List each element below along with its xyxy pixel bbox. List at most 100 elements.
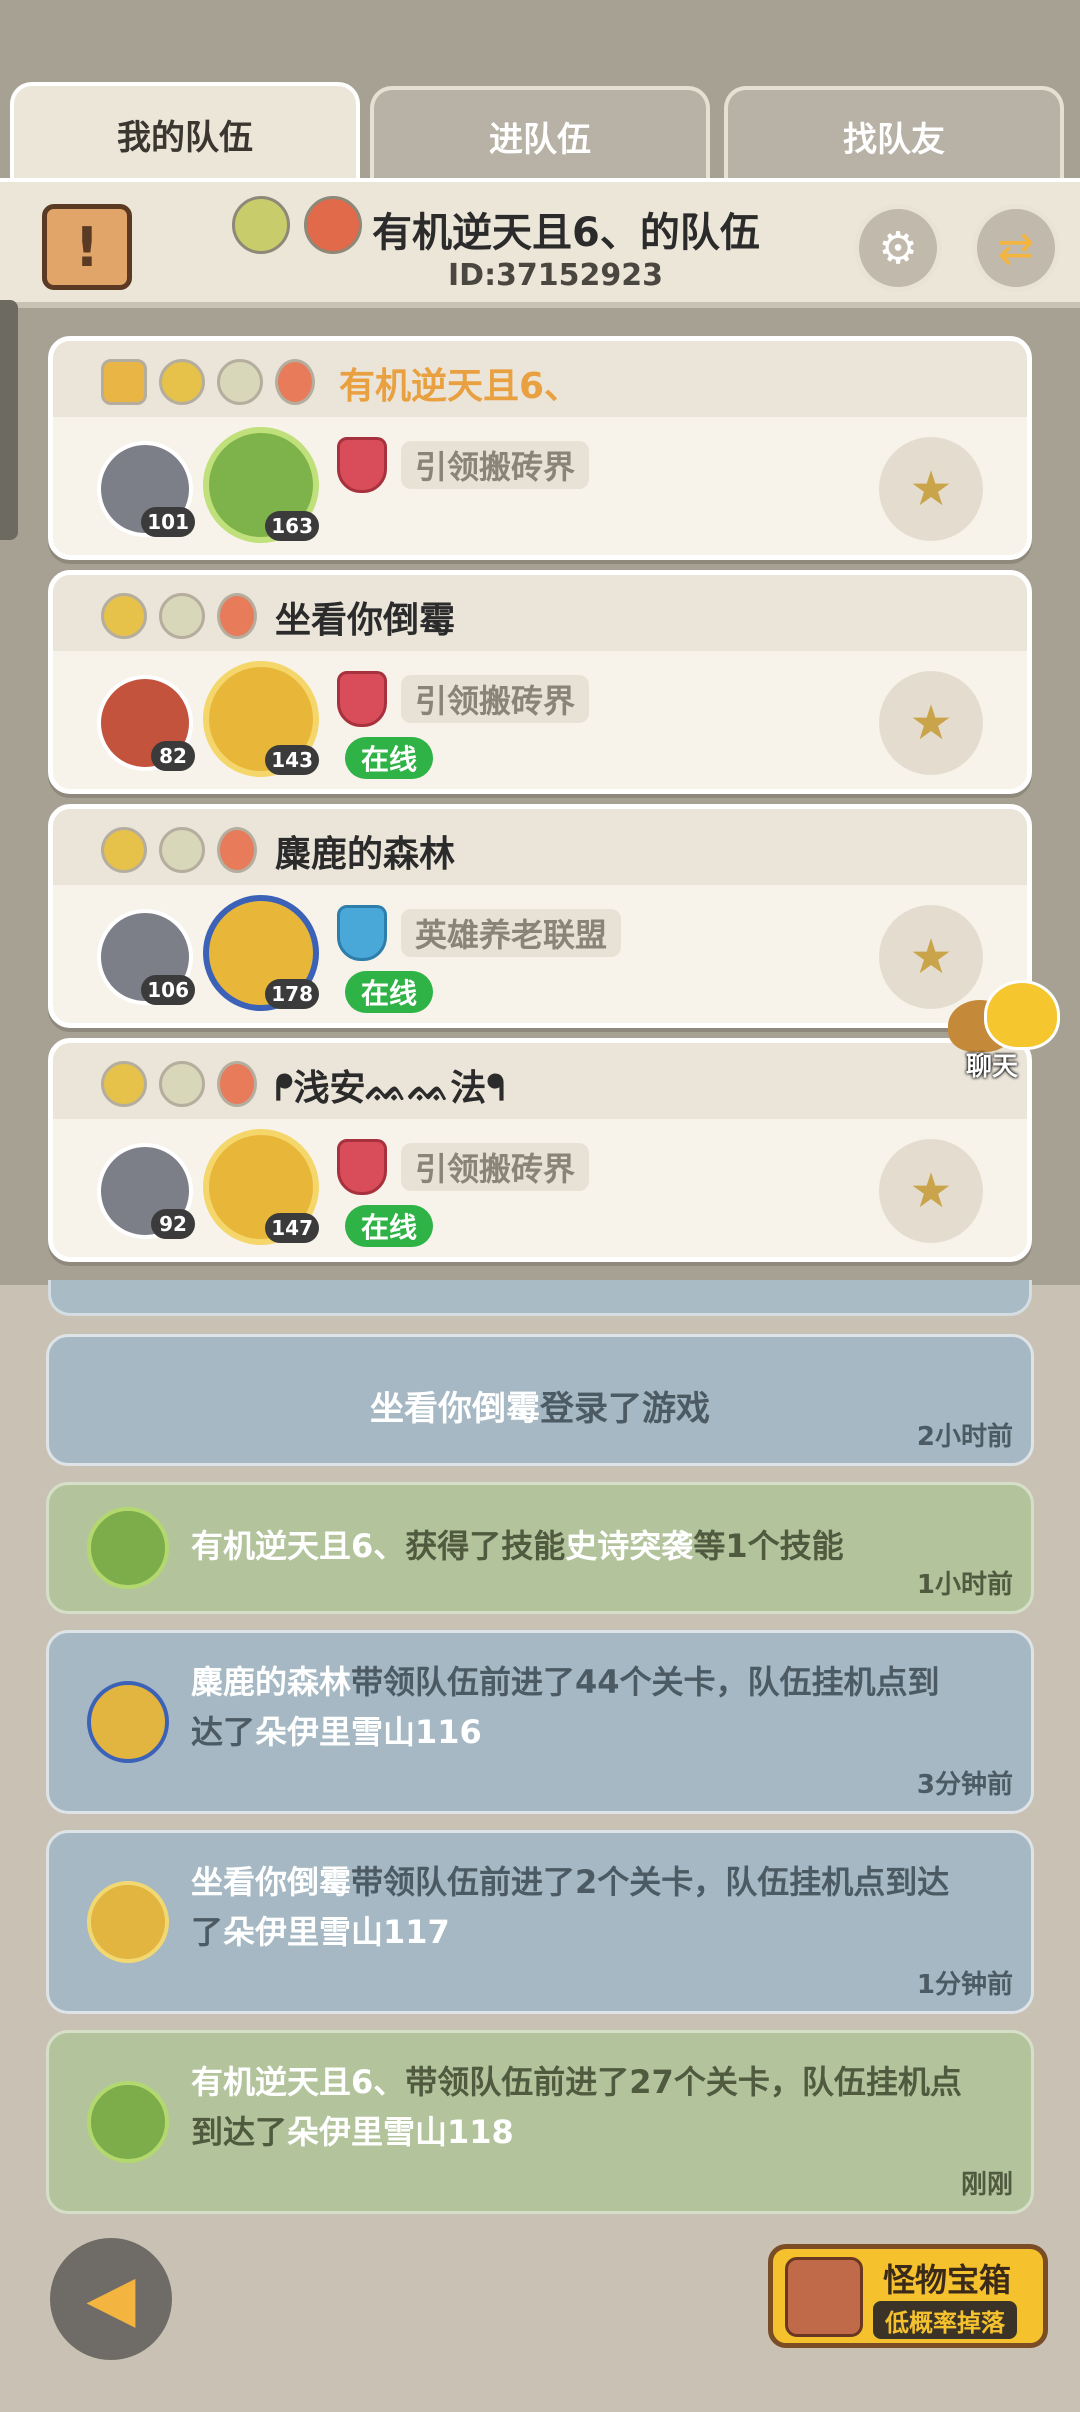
monster-chest-button[interactable]: 怪物宝箱 低概率掉落 [768,2244,1048,2348]
guild-banner-icon [337,437,387,493]
chat-label: 聊天 [966,1052,1019,1082]
helmet-badge-icon [101,593,147,639]
tab-join-team[interactable]: 进队伍 [370,86,710,182]
feed-player-name: 有机逆天且6、 [191,2063,406,2101]
feed-time: 1分钟前 [916,1970,1013,2000]
member-card[interactable]: 麋鹿的森林 106 178 英雄养老联盟 在线 ★ [48,804,1032,1028]
leave-team-button[interactable]: ⇄ [972,204,1060,292]
pet-level: 147 [265,1213,319,1243]
back-button[interactable]: ◀ [50,2238,172,2360]
feed-text: 有机逆天且6、获得了技能史诗突袭等1个技能 [191,1521,971,1571]
online-status-badge: 在线 [345,737,434,779]
pet-dragon-icon[interactable]: 163 [203,427,319,543]
like-button[interactable]: ★ [879,437,983,541]
guild-banner-icon [337,905,387,961]
smiley-chat-icon [984,980,1060,1050]
feed-player-name: 有机逆天且6、 [191,1527,406,1565]
feed-skill-name: 史诗突袭 [565,1527,694,1565]
avatar-level: 92 [151,1209,195,1239]
gear-icon: ⚙ [878,222,918,274]
feed-item: 有机逆天且6、带领队伍前进了27个关卡，队伍挂机点到达了朵伊里雪山118 刚刚 [46,2030,1034,2214]
feed-item: 有机逆天且6、获得了技能史诗突袭等1个技能 1小时前 [46,1482,1034,1614]
tab-find-teammates[interactable]: 找队友 [724,86,1064,182]
feed-action: 登录了游戏 [540,1389,710,1429]
feed-player-name: 麋鹿的森林 [191,1663,352,1701]
tab-bar: 我的队伍 进队伍 找队友 [0,82,1080,182]
boar-chest-icon [785,2257,863,2337]
team-header: ! 有机逆天且6、的队伍 ID:37152923 ⚙ ⇄ [0,178,1080,308]
avatar[interactable]: 101 [97,441,195,537]
avatar-level: 101 [141,507,195,537]
team-id: ID:37152923 [448,258,664,293]
feed-time: 2小时前 [916,1422,1013,1452]
crest-badge-icon [159,827,205,873]
feed-time: 1小时前 [916,1570,1013,1600]
guild-banner-icon [337,1139,387,1195]
feed-text: 坐看你倒霉登录了游戏 [49,1381,1031,1430]
feed-time: 3分钟前 [916,1770,1013,1800]
avatar[interactable]: 92 [97,1143,195,1239]
exclamation-glyph: ! [74,215,100,279]
avatar[interactable]: 106 [97,909,195,1005]
member-name: 坐看你倒霉 [275,600,456,641]
settings-button[interactable]: ⚙ [854,204,942,292]
crest-badge-icon [217,359,263,405]
pet-golden-beast-icon [87,1681,169,1763]
pet-golden-beast-icon[interactable]: 143 [203,661,319,777]
feed-text: 有机逆天且6、带领队伍前进了27个关卡，队伍挂机点到达了朵伊里雪山118 [191,2057,971,2157]
feed-action-end: 等1个技能 [693,1527,844,1565]
pet-dragon-icon [87,2081,169,2163]
helmet-badge-icon [159,359,205,405]
scroll-notice-icon[interactable]: ! [42,204,132,290]
hand-swap-icon: ★ [909,695,953,751]
member-card[interactable]: 有机逆天且6、 101 163 引领搬砖界 ★ [48,336,1032,560]
rank-shield-icon [232,196,290,254]
tab-my-team[interactable]: 我的队伍 [10,82,360,182]
feed-action: 获得了技能 [405,1527,566,1565]
avatar[interactable]: 82 [97,675,195,771]
helmet-badge-icon [101,1061,147,1107]
chat-button[interactable]: 聊天 [948,980,1060,1082]
feed-time: 刚刚 [960,2170,1013,2200]
feed-player-name: 坐看你倒霉 [191,1863,352,1901]
feed-item: 麋鹿的森林带领队伍前进了44个关卡，队伍挂机点到达了朵伊里雪山116 3分钟前 [46,1630,1034,1814]
chest-title: 怪物宝箱 [883,2261,1012,2299]
member-card[interactable]: 坐看你倒霉 82 143 引领搬砖界 在线 ★ [48,570,1032,794]
online-status-badge: 在线 [345,1205,434,1247]
tab-join-team-label: 进队伍 [489,119,591,160]
pet-golden-beast-icon[interactable]: 178 [203,895,319,1011]
hand-swap-icon: ★ [909,1163,953,1219]
thumbs-up-icon: ★ [909,461,953,517]
guild-banner-icon [337,671,387,727]
feed-item: 坐看你倒霉带领队伍前进了2个关卡，队伍挂机点到达了朵伊里雪山117 1分钟前 [46,1830,1034,2014]
member-name: 有机逆天且6、 [339,366,581,407]
member-card[interactable]: ᖰ浅安ᨐᨐ法ᖳ 92 147 引领搬砖界 在线 ★ [48,1038,1032,1262]
helmet-badge-icon [101,827,147,873]
swap-leader-button[interactable]: ★ [879,1139,983,1243]
guild-name: 引领搬砖界 [401,1143,590,1191]
feed-item: 坐看你倒霉登录了游戏 2小时前 [46,1334,1034,1466]
pet-level: 143 [265,745,319,775]
team-title: 有机逆天且6、的队伍 [372,210,760,256]
hand-swap-icon: ★ [909,929,953,985]
feed-text: 麋鹿的森林带领队伍前进了44个关卡，队伍挂机点到达了朵伊里雪山116 [191,1657,971,1757]
mushroom-badge-icon [217,593,257,639]
tab-my-team-label: 我的队伍 [117,117,253,158]
tab-find-teammates-label: 找队友 [843,119,945,160]
back-arrow-icon: ◀ [86,2262,136,2336]
feed-player-name: 坐看你倒霉 [370,1389,540,1429]
avatar-level: 106 [141,975,195,1005]
feed-place: 朵伊里雪山118 [287,2113,514,2151]
member-name: ᖰ浅安ᨐᨐ法ᖳ [275,1068,505,1109]
pet-level: 163 [265,511,319,541]
chest-subtitle: 低概率掉落 [873,2301,1017,2339]
swap-leader-button[interactable]: ★ [879,671,983,775]
pet-dragon-icon[interactable]: 147 [203,1129,319,1245]
guild-name: 引领搬砖界 [401,675,590,723]
feed-place: 朵伊里雪山117 [223,1913,450,1951]
mushroom-badge-icon [304,196,362,254]
feed-item-partial [48,1280,1032,1316]
member-name: 麋鹿的森林 [275,834,456,875]
guild-name: 引领搬砖界 [401,441,590,489]
side-drawer-handle[interactable] [0,300,18,540]
